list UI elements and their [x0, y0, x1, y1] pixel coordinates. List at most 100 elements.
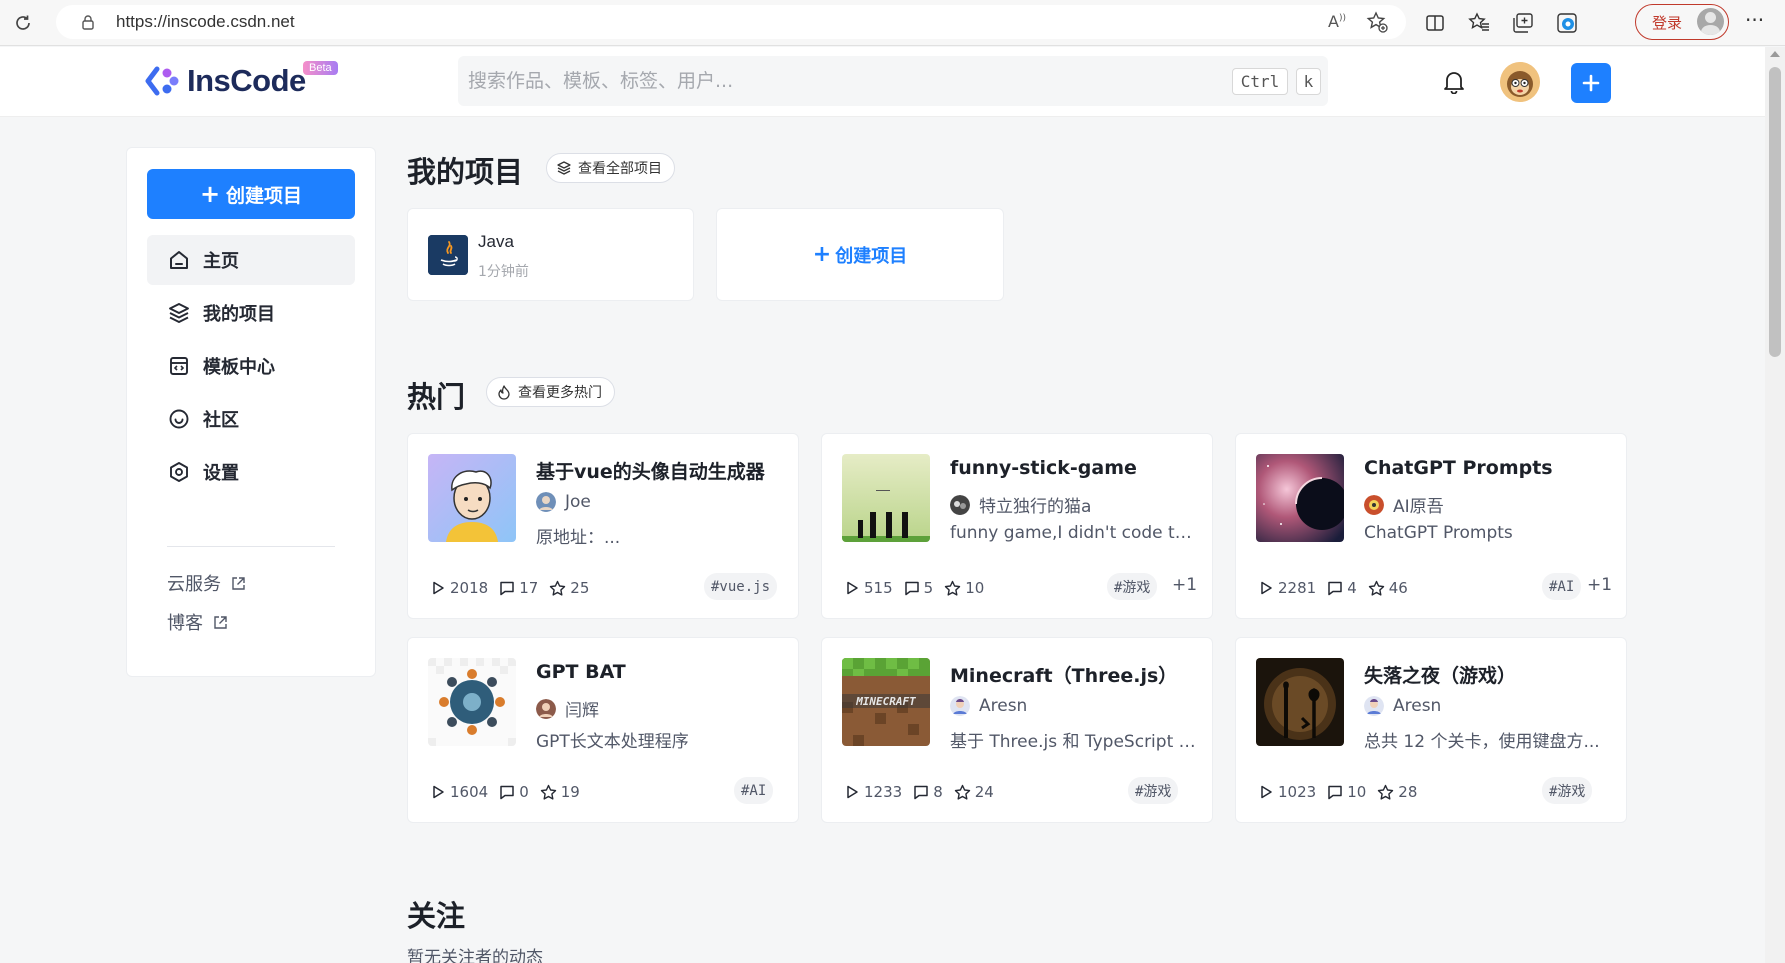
play-icon: [847, 785, 858, 799]
comment-count[interactable]: 0: [499, 783, 529, 801]
search-box[interactable]: Ctrl k: [458, 56, 1328, 106]
more-options-icon[interactable]: ···: [1745, 8, 1764, 32]
read-aloud-icon[interactable]: A)): [1328, 12, 1346, 31]
project-thumbnail: [1256, 454, 1344, 542]
scrollbar-thumb[interactable]: [1769, 67, 1781, 357]
create-plus-button[interactable]: [1571, 63, 1611, 103]
view-more-hot-label: 查看更多热门: [518, 385, 602, 401]
sidebar-item-label: 模板中心: [203, 357, 275, 378]
star-count-value: 19: [560, 783, 580, 801]
card-title[interactable]: 基于vue的头像自动生成器: [536, 457, 765, 484]
scroll-up-arrow-icon[interactable]: [1770, 51, 1780, 57]
star-count[interactable]: 10: [944, 579, 984, 597]
star-icon: [550, 580, 566, 596]
card-author[interactable]: Aresn: [1364, 696, 1441, 716]
site-header: InsCode Beta Ctrl k: [0, 47, 1765, 117]
page-scrollbar[interactable]: [1765, 47, 1785, 963]
star-count-value: 25: [570, 579, 590, 597]
author-name: AI原吾: [1393, 497, 1444, 517]
hot-card[interactable]: funny-stick-game 特立独行的猫a funny game,I di…: [821, 433, 1213, 619]
blog-link[interactable]: 博客: [167, 609, 228, 635]
card-title[interactable]: Minecraft（Three.js）: [950, 661, 1177, 688]
cloud-service-link[interactable]: 云服务: [167, 570, 246, 596]
search-input[interactable]: [468, 70, 1168, 92]
inscode-logo[interactable]: InsCode Beta: [145, 61, 338, 99]
hot-card[interactable]: GPT BAT 闫辉 GPT长文本处理程序 1604 0 19 #AI: [407, 637, 799, 823]
comment-count[interactable]: 4: [1327, 579, 1357, 597]
login-button[interactable]: 登录: [1635, 4, 1729, 40]
layers-icon: [167, 301, 191, 325]
card-stats: 1604 0 19: [430, 783, 591, 801]
star-count[interactable]: 24: [954, 783, 994, 801]
comment-icon: [500, 581, 514, 596]
comment-count[interactable]: 17: [499, 579, 538, 597]
comment-icon: [914, 785, 928, 800]
comment-count[interactable]: 10: [1327, 783, 1366, 801]
more-tags[interactable]: +1: [1172, 575, 1197, 595]
add-favorite-icon[interactable]: [1366, 11, 1388, 33]
project-time: 1分钟前: [478, 264, 529, 280]
play-icon: [433, 785, 444, 799]
community-icon: [167, 407, 191, 431]
card-tag[interactable]: #AI: [1542, 573, 1582, 600]
card-title[interactable]: GPT BAT: [536, 661, 626, 683]
my-projects-title: 我的项目: [407, 155, 524, 189]
hot-card[interactable]: ChatGPT Prompts AI原吾 ChatGPT Prompts 228…: [1235, 433, 1627, 619]
card-title[interactable]: ChatGPT Prompts: [1364, 457, 1553, 479]
card-title[interactable]: funny-stick-game: [950, 457, 1137, 479]
project-card-java[interactable]: Java 1分钟前: [407, 208, 694, 301]
comment-count[interactable]: 5: [904, 579, 933, 597]
star-count-value: 46: [1388, 579, 1408, 597]
card-description: GPT长文本处理程序: [536, 732, 689, 752]
card-author[interactable]: 特立独行的猫a: [950, 492, 1091, 517]
card-author[interactable]: AI原吾: [1364, 492, 1444, 517]
card-author[interactable]: Aresn: [950, 696, 1027, 716]
card-author[interactable]: Joe: [536, 492, 591, 512]
card-tag[interactable]: #AI: [734, 777, 774, 804]
card-tag[interactable]: #游戏: [1128, 777, 1179, 804]
star-count[interactable]: 19: [540, 783, 580, 801]
comment-count-value: 17: [519, 579, 539, 597]
comment-count[interactable]: 8: [913, 783, 943, 801]
notification-bell-icon[interactable]: [1443, 70, 1465, 94]
create-project-card[interactable]: + 创建项目: [716, 208, 1004, 301]
comment-icon: [1328, 785, 1342, 800]
create-project-button[interactable]: + 创建项目: [147, 169, 355, 219]
author-name: 特立独行的猫a: [979, 497, 1092, 517]
card-tag[interactable]: #vue.js: [704, 573, 778, 600]
user-avatar[interactable]: [1500, 62, 1540, 102]
card-stats: 1233 8 24: [844, 783, 1005, 801]
hot-card[interactable]: MINECRAFT Minecraft（Three.js） Aresn 基于 T…: [821, 637, 1213, 823]
edge-extension-icon[interactable]: [1552, 8, 1582, 38]
sidebar-item-my-projects[interactable]: 我的项目: [147, 288, 355, 338]
card-title[interactable]: 失落之夜（游戏）: [1364, 661, 1516, 688]
sidebar-item-home[interactable]: 主页: [147, 235, 355, 285]
hot-card[interactable]: 失落之夜（游戏） Aresn 总共 12 个关卡，使用键盘方... 1023 1…: [1235, 637, 1627, 823]
url-text[interactable]: https://inscode.csdn.net: [116, 12, 295, 32]
hot-card[interactable]: 基于vue的头像自动生成器 Joe 原地址：... 2018 17 25 #vu…: [407, 433, 799, 619]
star-count[interactable]: 46: [1368, 579, 1408, 597]
star-count[interactable]: 25: [549, 579, 589, 597]
refresh-icon[interactable]: [8, 8, 38, 38]
star-count[interactable]: 28: [1377, 783, 1417, 801]
card-author[interactable]: 闫辉: [536, 696, 599, 721]
address-bar[interactable]: https://inscode.csdn.net A)): [56, 5, 1406, 39]
split-screen-icon[interactable]: [1420, 8, 1450, 38]
create-project-link[interactable]: + 创建项目: [717, 209, 1003, 300]
sidebar-item-settings[interactable]: 设置: [147, 447, 355, 497]
collections-icon[interactable]: [1508, 8, 1538, 38]
author-avatar: [950, 494, 970, 515]
view-all-projects-button[interactable]: 查看全部项目: [546, 153, 675, 183]
run-count: 2281: [1258, 579, 1316, 597]
card-tag[interactable]: #游戏: [1542, 777, 1593, 804]
comment-count-value: 10: [1347, 783, 1367, 801]
card-tag[interactable]: #游戏: [1107, 573, 1158, 600]
more-tags[interactable]: +1: [1587, 575, 1612, 595]
sidebar-item-templates[interactable]: 模板中心: [147, 341, 355, 391]
view-more-hot-button[interactable]: 查看更多热门: [486, 377, 615, 407]
plus-icon: +: [199, 180, 221, 208]
view-all-projects-label: 查看全部项目: [578, 161, 662, 177]
create-project-label: 创建项目: [226, 184, 303, 207]
sidebar-item-community[interactable]: 社区: [147, 394, 355, 444]
favorites-icon[interactable]: [1464, 8, 1494, 38]
